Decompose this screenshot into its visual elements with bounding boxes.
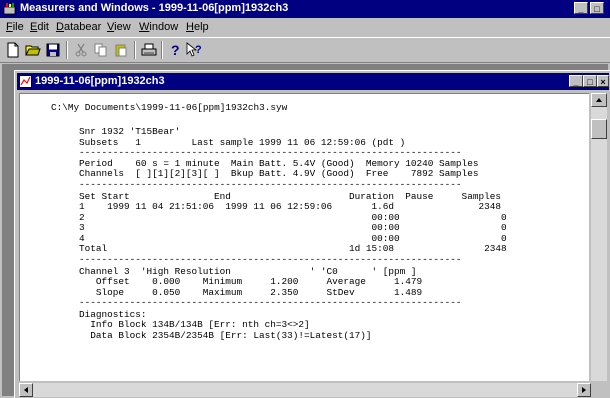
menu-bar: File Edit Databear View Window Help <box>0 19 610 36</box>
maximize-button[interactable]: □ <box>590 2 604 14</box>
minimize-button[interactable]: _ <box>574 2 588 14</box>
new-file-button[interactable] <box>4 41 22 59</box>
toolbar-separator <box>134 41 136 59</box>
vertical-scrollbar[interactable] <box>591 93 607 381</box>
scroll-left-button[interactable] <box>19 383 33 397</box>
document-title: 1999-11-06[ppm]1932ch3 <box>35 75 165 87</box>
open-folder-icon <box>25 45 41 56</box>
menu-help[interactable]: Help <box>186 21 209 33</box>
paste-icon <box>115 44 127 57</box>
divider: ----------------------------------------… <box>79 254 462 265</box>
context-help-button[interactable]: ? <box>186 41 204 59</box>
doc-close-button[interactable]: × <box>597 75 609 87</box>
cut-icon <box>75 43 87 57</box>
context-help-icon: ? <box>186 42 202 57</box>
copy-icon <box>94 43 107 57</box>
toolbar-separator <box>66 41 68 59</box>
save-button[interactable] <box>44 41 62 59</box>
toolbar-separator <box>161 41 163 59</box>
doc-maximize-button[interactable]: □ <box>583 75 597 87</box>
menu-edit[interactable]: Edit <box>30 21 49 33</box>
print-button[interactable] <box>140 41 158 59</box>
paste-button[interactable] <box>112 41 130 59</box>
channels-line: Channels [ ][1][2][3][ ] Bkup Batt. 4.9V… <box>79 168 479 179</box>
sensor-line: Snr 1932 'T15Bear' <box>79 126 181 137</box>
print-icon <box>141 43 157 56</box>
offset-line: Offset 0.000 Minimum 1.200 Average 1.479 <box>79 276 423 287</box>
main-application-window: Measurers and Windows - 1999-11-06[ppm]1… <box>0 0 610 398</box>
toolbar: ? ? <box>0 37 610 63</box>
report-text-area[interactable]: C:\My Documents\1999-11-06[ppm]1932ch3.s… <box>19 93 589 381</box>
horizontal-scrollbar[interactable] <box>19 383 591 397</box>
app-icon[interactable] <box>3 2 16 15</box>
cut-button[interactable] <box>72 41 90 59</box>
set-row: 1 1999 11 04 21:51:06 1999 11 06 12:59:0… <box>79 201 501 212</box>
set-row: 3 00:00 0 <box>79 222 507 233</box>
chart-document-icon[interactable] <box>19 75 32 88</box>
arrow-up-icon <box>596 98 602 102</box>
total-row: Total 1d 15:08 2348 <box>79 243 507 254</box>
save-disk-icon <box>46 43 60 57</box>
document-window: 1999-11-06[ppm]1932ch3 _ □ × C:\My Docum… <box>14 70 610 398</box>
data-block-line: Data Block 2354B/2354B [Err: Last(33)!=L… <box>79 330 372 341</box>
svg-text:?: ? <box>171 42 180 58</box>
menu-databear[interactable]: Databear <box>56 21 101 33</box>
arrow-left-icon <box>24 387 28 393</box>
doc-minimize-button[interactable]: _ <box>569 75 583 87</box>
new-file-icon <box>7 42 19 58</box>
arrow-right-icon <box>582 387 586 393</box>
main-title-bar[interactable]: Measurers and Windows - 1999-11-06[ppm]1… <box>0 0 610 18</box>
copy-button[interactable] <box>92 41 110 59</box>
menu-file[interactable]: File <box>6 21 24 33</box>
divider: ----------------------------------------… <box>79 147 462 158</box>
file-path: C:\My Documents\1999-11-06[ppm]1932ch3.s… <box>51 102 288 113</box>
open-button[interactable] <box>24 41 42 59</box>
scroll-right-button[interactable] <box>577 383 591 397</box>
info-block-line: Info Block 134B/134B [Err: nth ch=3<>2] <box>79 319 310 330</box>
vertical-scroll-thumb[interactable] <box>591 119 607 139</box>
divider: ----------------------------------------… <box>79 179 462 190</box>
menu-view[interactable]: View <box>107 21 131 33</box>
app-title: Measurers and Windows - 1999-11-06[ppm]1… <box>20 2 289 14</box>
document-title-bar[interactable]: 1999-11-06[ppm]1932ch3 _ □ × <box>17 73 609 90</box>
scroll-up-button[interactable] <box>591 93 607 107</box>
svg-text:?: ? <box>195 44 202 56</box>
help-icon: ? <box>171 42 180 58</box>
divider: ----------------------------------------… <box>79 297 462 308</box>
menu-window[interactable]: Window <box>139 21 178 33</box>
help-button[interactable]: ? <box>166 41 184 59</box>
